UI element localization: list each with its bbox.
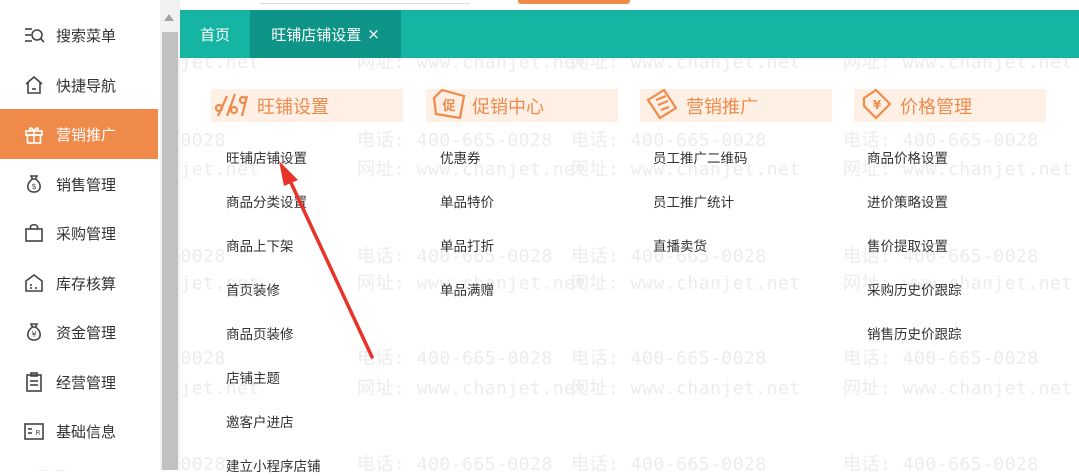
- tab-label: 首页: [199, 25, 230, 44]
- watermark-site: 网址: www.chanjet.net: [843, 378, 1073, 399]
- watermark-phone: 电话: 400-665-0028: [571, 454, 767, 475]
- tab-bar: 首页 旺铺店铺设置 ×: [180, 10, 1079, 58]
- menu-link-staff-promo-stats[interactable]: 员工推广统计: [653, 191, 734, 211]
- scroll-up-icon[interactable]: [164, 14, 174, 21]
- price-tag-icon: ¥: [856, 86, 898, 122]
- menu-link-purchase-price-history[interactable]: 采购历史价跟踪: [867, 279, 962, 299]
- top-action-button[interactable]: [518, 0, 630, 4]
- search-menu-icon: [23, 24, 45, 46]
- shopping-bag-icon: [23, 222, 45, 244]
- watermark-site: 网址: www.chanjet.net: [571, 273, 801, 294]
- sidebar-item-inventory[interactable]: 库存核算: [0, 258, 158, 308]
- sidebar-item-label: 搜索菜单: [56, 26, 117, 45]
- id-card-icon: R: [23, 420, 45, 442]
- warehouse-icon: [23, 272, 45, 294]
- sidebar-item-marketing[interactable]: 营销推广: [0, 109, 158, 159]
- group-title: 促销中心: [472, 96, 544, 118]
- menu-link-product-listing[interactable]: 商品上下架: [226, 235, 294, 255]
- svg-text:$: $: [31, 182, 36, 191]
- sidebar-item-funds[interactable]: ¥ 资金管理: [0, 307, 158, 357]
- menu-link-create-mini-program[interactable]: 建立小程序店铺: [226, 455, 321, 475]
- menu-link-category-settings[interactable]: 商品分类设置: [226, 191, 307, 211]
- sidebar-item-label: 销售管理: [56, 175, 117, 194]
- promotion-tag-icon: 促: [428, 86, 470, 122]
- shop-settings-icon: [213, 86, 255, 122]
- group-title: 营销推广: [686, 96, 758, 118]
- watermark-site: 网址: www.chanjet.net: [571, 378, 801, 399]
- sidebar-item-label: 基础信息: [56, 422, 117, 441]
- clipboard-icon: [23, 371, 45, 393]
- watermark-phone: 电话: 400-665-0028: [843, 454, 1039, 475]
- menu-link-cost-strategy[interactable]: 进价策略设置: [867, 191, 948, 211]
- group-title: 价格管理: [900, 96, 972, 118]
- sidebar-item-quick-nav[interactable]: 快捷导航: [0, 60, 158, 110]
- menu-link-price-settings[interactable]: 商品价格设置: [867, 147, 948, 167]
- menu-link-store-theme[interactable]: 店铺主题: [226, 367, 280, 387]
- sidebar-item-purchase[interactable]: 采购管理: [0, 208, 158, 258]
- sidebar-item-label: 库存核算: [56, 274, 117, 293]
- watermark-phone: 电话: 400-665-0028: [571, 348, 767, 369]
- sidebar-item-label: 采购管理: [56, 224, 117, 243]
- sidebar-item-label: 营销推广: [56, 125, 117, 144]
- menu-link-coupon[interactable]: 优惠券: [440, 147, 481, 167]
- top-search-field[interactable]: [260, 3, 470, 4]
- watermark-site: 网址: www.chanjet.net: [357, 378, 587, 399]
- menu-link-discount[interactable]: 单品打折: [440, 235, 494, 255]
- group-header-shop-settings: 旺铺设置: [211, 89, 403, 122]
- menu-link-staff-qr-code[interactable]: 员工推广二维码: [653, 147, 748, 167]
- menu-link-sales-price-history[interactable]: 销售历史价跟踪: [867, 323, 962, 343]
- gift-icon: [23, 123, 45, 145]
- sidebar-item-operations[interactable]: 经营管理: [0, 357, 158, 407]
- watermark-phone: 电话: 400-665-0028: [843, 348, 1039, 369]
- yen-bag-icon: ¥: [23, 321, 45, 343]
- group-header-promotion: 促 促销中心: [426, 86, 618, 122]
- sidebar-item-label: 经营管理: [56, 373, 117, 392]
- menu-link-invite-customers[interactable]: 邀客户进店: [226, 411, 294, 431]
- svg-text:R: R: [36, 429, 41, 437]
- sidebar-item-label: 资金管理: [56, 323, 117, 342]
- menu-link-live-selling[interactable]: 直播卖货: [653, 235, 707, 255]
- group-header-marketing: 营销推广: [640, 86, 832, 122]
- watermark-phone: 电话: 400-665-0028: [357, 348, 553, 369]
- watermark-phone: 电话: 400-665-0028: [357, 454, 553, 475]
- group-title: 旺铺设置: [257, 96, 329, 118]
- group-header-price: ¥ 价格管理: [854, 86, 1046, 122]
- sidebar-item-basic-info[interactable]: R 基础信息: [0, 406, 158, 456]
- sidebar-item-search-menu[interactable]: 搜索菜单: [0, 10, 158, 60]
- tab-shop-settings[interactable]: 旺铺店铺设置 ×: [250, 10, 401, 58]
- menu-link-gift-promo[interactable]: 单品满赠: [440, 279, 494, 299]
- tab-label: 旺铺店铺设置: [271, 25, 362, 44]
- menu-link-shop-store-settings[interactable]: 旺铺店铺设置: [226, 147, 307, 167]
- marketing-ticket-icon: [642, 86, 684, 122]
- svg-text:促: 促: [441, 98, 456, 114]
- sidebar-item-label: 快捷导航: [56, 76, 117, 95]
- scrollbar-thumb[interactable]: [162, 32, 178, 470]
- money-bag-icon: $: [23, 173, 45, 195]
- menu-link-product-page-decoration[interactable]: 商品页装修: [226, 323, 294, 343]
- svg-text:¥: ¥: [31, 330, 36, 339]
- sidebar-item-sales[interactable]: $ 销售管理: [0, 159, 158, 209]
- menu-link-special-price[interactable]: 单品特价: [440, 191, 494, 211]
- sidebar: 搜索菜单 快捷导航 营销推广 $ 销售管理 采购管理 库存核算 ¥ 资金管理 经…: [0, 0, 160, 470]
- menu-link-home-decoration[interactable]: 首页装修: [226, 279, 280, 299]
- svg-text:¥: ¥: [873, 98, 882, 112]
- tab-home[interactable]: 首页: [180, 10, 250, 58]
- home-icon: [23, 74, 45, 96]
- close-icon[interactable]: ×: [367, 25, 380, 43]
- menu-link-price-extraction[interactable]: 售价提取设置: [867, 235, 948, 255]
